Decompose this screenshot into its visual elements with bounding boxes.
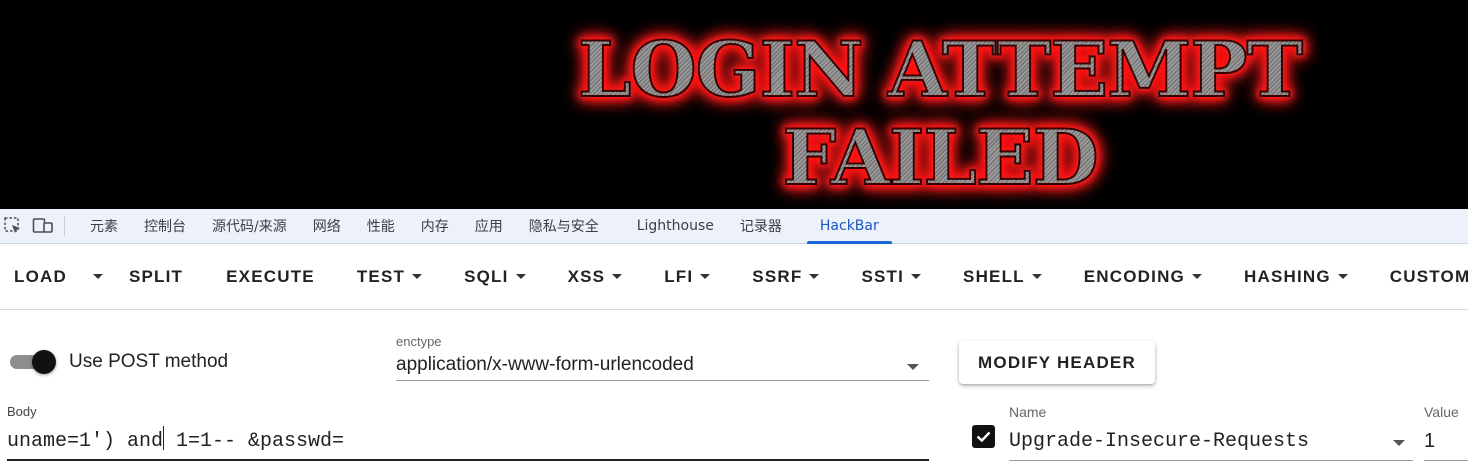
encoding-menu-button[interactable]: ENCODING: [1084, 257, 1202, 297]
chevron-down-icon: [92, 274, 103, 279]
chevron-down-icon: [612, 274, 623, 279]
devtools-separator: [64, 216, 65, 236]
enctype-label: enctype: [396, 334, 442, 349]
load-menu-button[interactable]: [92, 257, 103, 297]
enctype-select[interactable]: application/x-www-form-urlencoded: [396, 352, 929, 381]
chevron-down-icon: [412, 274, 423, 279]
tab-performance[interactable]: 性能: [354, 209, 408, 244]
tab-lighthouse[interactable]: Lighthouse: [624, 209, 727, 244]
tab-console[interactable]: 控制台: [131, 209, 199, 244]
toggle-thumb: [32, 350, 56, 374]
lfi-menu-button[interactable]: LFI: [664, 257, 711, 297]
use-post-label: Use POST method: [69, 351, 229, 372]
body-text-after-cursor: 1=1-- &passwd=: [164, 430, 345, 453]
chevron-down-icon: [1191, 274, 1202, 279]
tab-sources[interactable]: 源代码/来源: [199, 209, 300, 244]
chevron-down-icon: [1393, 440, 1405, 446]
chevron-down-icon: [809, 274, 820, 279]
ssti-menu-button[interactable]: SSTI: [861, 257, 922, 297]
chevron-down-icon: [911, 274, 922, 279]
xss-menu-button[interactable]: XSS: [568, 257, 623, 297]
execute-button[interactable]: EXECUTE: [226, 257, 315, 297]
chevron-down-icon: [515, 274, 526, 279]
header-value-text: 1: [1424, 430, 1436, 452]
header-value-label: Value: [1424, 404, 1459, 420]
hackbar-toolbar: LOAD SPLIT EXECUTE TEST SQLI XSS LFI SSR…: [0, 244, 1468, 310]
chevron-down-icon: [907, 364, 919, 370]
header-name-value: Upgrade-Insecure-Requests: [1009, 430, 1310, 453]
tab-privacy-security[interactable]: 隐私与安全: [516, 209, 612, 244]
tab-application[interactable]: 应用: [462, 209, 516, 244]
banner-line-2: FAILED: [781, 113, 1099, 203]
body-text-before-cursor: uname=1') and: [7, 430, 164, 453]
tab-elements[interactable]: 元素: [77, 209, 131, 244]
custom-menu-button[interactable]: CUSTOM: [1390, 257, 1468, 297]
load-button[interactable]: LOAD: [14, 257, 67, 297]
sqli-menu-button[interactable]: SQLI: [464, 257, 526, 297]
chevron-down-icon: [1337, 274, 1348, 279]
tab-network[interactable]: 网络: [300, 209, 354, 244]
body-input[interactable]: uname=1') and 1=1-- &passwd=: [7, 425, 929, 461]
split-button[interactable]: SPLIT: [129, 257, 183, 297]
use-post-toggle[interactable]: [10, 350, 56, 374]
test-menu-button[interactable]: TEST: [357, 257, 423, 297]
body-label: Body: [7, 404, 37, 419]
chevron-down-icon: [1031, 274, 1042, 279]
header-name-select[interactable]: Upgrade-Insecure-Requests: [1009, 425, 1413, 461]
devtools-tab-bar: 元素 控制台 源代码/来源 网络 性能 内存 应用 隐私与安全 Lighthou…: [0, 209, 1468, 244]
ssrf-menu-button[interactable]: SSRF: [752, 257, 820, 297]
login-failed-banner: LOGIN ATTEMPT FAILED: [0, 0, 1468, 209]
header-value-input[interactable]: 1: [1424, 425, 1468, 461]
header-enabled-checkbox[interactable]: [972, 425, 995, 448]
device-toolbar-icon[interactable]: [30, 209, 56, 244]
tab-memory[interactable]: 内存: [408, 209, 462, 244]
shell-menu-button[interactable]: SHELL: [963, 257, 1042, 297]
modify-header-button[interactable]: MODIFY HEADER: [959, 341, 1155, 384]
hashing-menu-button[interactable]: HASHING: [1244, 257, 1348, 297]
banner-line-1: LOGIN ATTEMPT: [577, 25, 1304, 115]
chevron-down-icon: [700, 274, 711, 279]
inspect-element-icon[interactable]: [0, 209, 26, 244]
enctype-value: application/x-www-form-urlencoded: [396, 354, 694, 375]
checkmark-icon: [976, 431, 991, 443]
header-name-label: Name: [1009, 404, 1047, 420]
tab-hackbar[interactable]: HackBar: [806, 209, 892, 244]
tab-recorder[interactable]: 记录器: [727, 209, 795, 244]
banner-title: LOGIN ATTEMPT FAILED: [540, 25, 1340, 203]
